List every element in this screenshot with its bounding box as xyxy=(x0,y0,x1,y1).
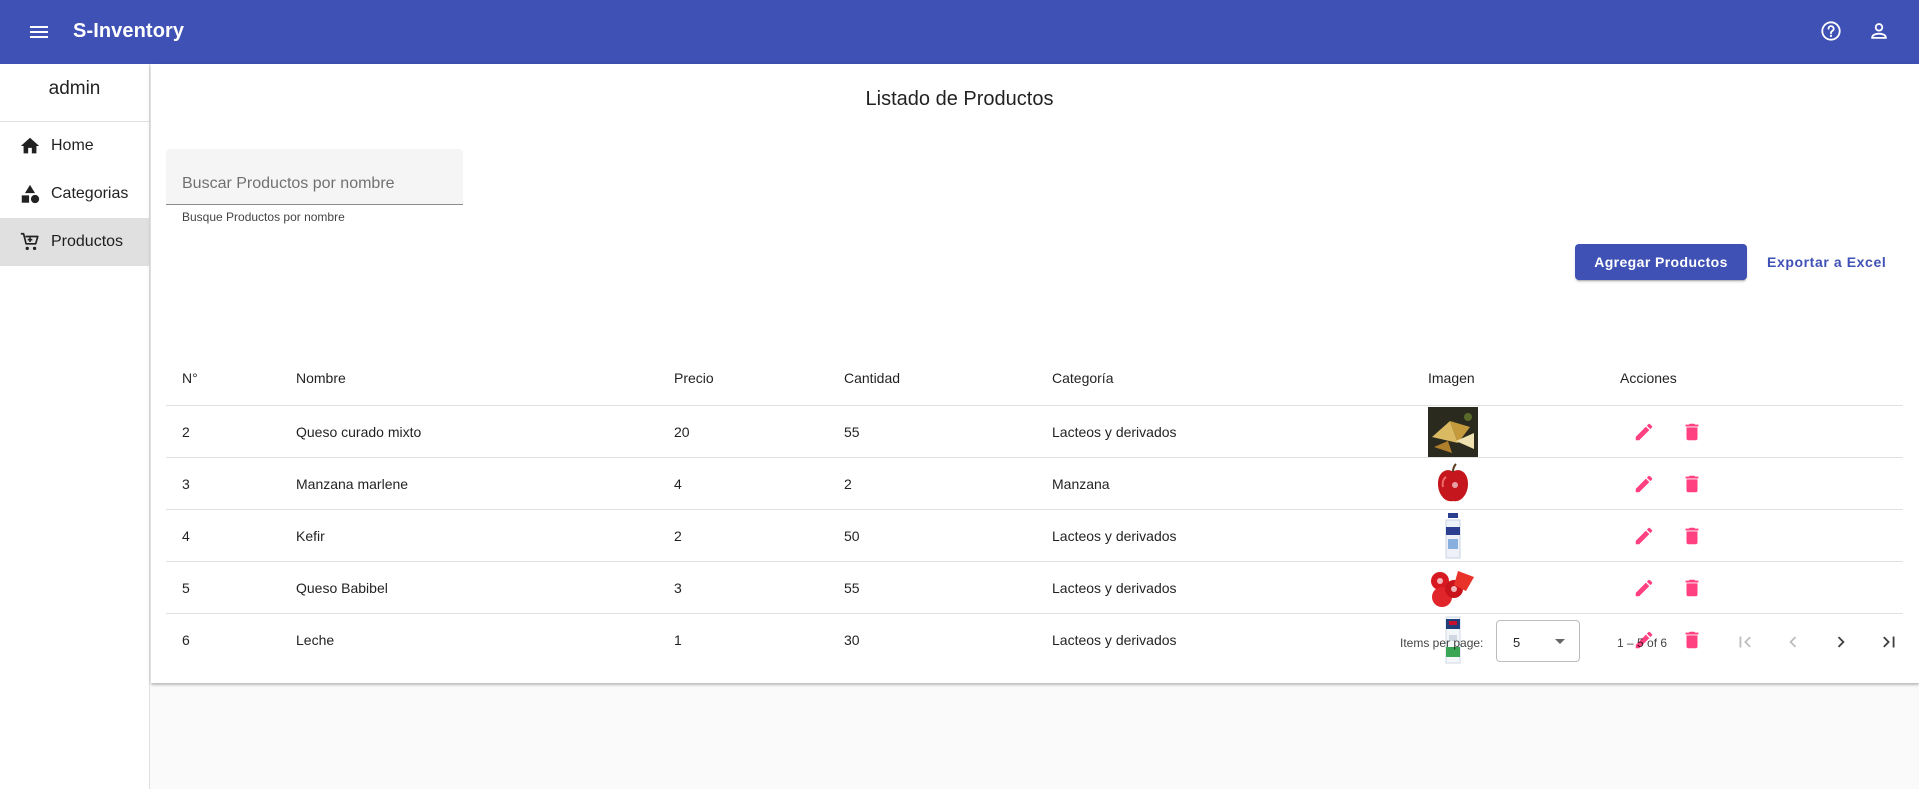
delete-icon[interactable] xyxy=(1668,408,1716,456)
header-actions: Acciones xyxy=(1620,369,1677,386)
edit-icon[interactable] xyxy=(1620,512,1668,560)
account-icon[interactable] xyxy=(1862,14,1896,48)
header-category: Categoría xyxy=(1052,369,1114,386)
items-per-page-label: Items per page: xyxy=(1400,636,1484,650)
sidebar-item-label: Productos xyxy=(51,233,124,250)
header-qty: Cantidad xyxy=(844,369,901,386)
products-card: Listado de Productos Busque Productos po… xyxy=(151,64,1919,683)
cell-price: 4 xyxy=(674,475,682,492)
sidebar: admin Home Categorias Productos xyxy=(0,64,150,789)
page-size-value: 5 xyxy=(1513,635,1521,650)
table-row: 3 Manzana marlene 4 2 Manzana xyxy=(166,458,1903,510)
cell-name: Manzana marlene xyxy=(296,475,409,492)
red-apple-photo xyxy=(1428,458,1478,509)
cell-price: 2 xyxy=(674,527,682,544)
cell-category: Lacteos y derivados xyxy=(1052,423,1177,440)
add-products-button[interactable]: Agregar Productos xyxy=(1575,244,1747,280)
page-range-label: 1 – 5 of 6 xyxy=(1617,636,1668,650)
export-excel-button[interactable]: Exportar a Excel xyxy=(1759,244,1894,280)
table-row: 4 Kefir 2 50 Lacteos y derivados xyxy=(166,510,1903,562)
paginator: Items per page: 5 1 – 5 of 6 xyxy=(151,614,1919,670)
header-price: Precio xyxy=(674,369,714,386)
first-page-icon[interactable] xyxy=(1725,622,1765,662)
help-icon[interactable] xyxy=(1814,14,1848,48)
cell-qty: 50 xyxy=(844,527,860,544)
cell-qty: 55 xyxy=(844,579,860,596)
cell-category: Lacteos y derivados xyxy=(1052,527,1177,544)
search-field xyxy=(166,149,463,205)
search-hint: Busque Productos por nombre xyxy=(182,210,345,224)
previous-page-icon[interactable] xyxy=(1773,622,1813,662)
cell-num: 5 xyxy=(182,579,190,596)
cell-price: 20 xyxy=(674,423,690,440)
kefir-bottle-photo xyxy=(1428,510,1478,561)
delete-icon[interactable] xyxy=(1668,564,1716,612)
cell-price: 3 xyxy=(674,579,682,596)
category-icon xyxy=(18,182,42,206)
header-num: N° xyxy=(182,369,198,386)
header-image: Imagen xyxy=(1428,369,1475,386)
table-row: 5 Queso Babibel 3 55 Lacteos y derivados xyxy=(166,562,1903,614)
top-toolbar: S-Inventory xyxy=(0,0,1919,64)
sidebar-item-label: Categorias xyxy=(51,185,129,202)
cell-name: Queso curado mixto xyxy=(296,423,422,440)
app-title: S-Inventory xyxy=(73,20,185,42)
delete-icon[interactable] xyxy=(1668,512,1716,560)
edit-icon[interactable] xyxy=(1620,460,1668,508)
cell-qty: 2 xyxy=(844,475,852,492)
page-title: Listado de Productos xyxy=(865,88,1054,110)
home-icon xyxy=(18,134,42,158)
sidebar-item-home[interactable]: Home xyxy=(0,122,149,170)
sidebar-item-categorias[interactable]: Categorias xyxy=(0,170,149,218)
babybel-cheese-photo xyxy=(1428,562,1478,613)
header-name: Nombre xyxy=(296,369,346,386)
cell-num: 3 xyxy=(182,475,190,492)
cell-num: 2 xyxy=(182,423,190,440)
sidebar-item-label: Home xyxy=(51,137,94,154)
menu-icon[interactable] xyxy=(24,20,56,44)
dropdown-arrow-icon xyxy=(1555,639,1565,644)
cheese-wedges-photo xyxy=(1428,406,1478,457)
page-size-select[interactable]: 5 xyxy=(1496,620,1580,662)
cart-icon xyxy=(18,230,42,254)
cell-name: Kefir xyxy=(296,527,325,544)
delete-icon[interactable] xyxy=(1668,460,1716,508)
sidebar-item-productos[interactable]: Productos xyxy=(0,218,149,266)
next-page-icon[interactable] xyxy=(1821,622,1861,662)
search-input[interactable] xyxy=(166,149,463,204)
cell-name: Queso Babibel xyxy=(296,579,388,596)
cell-category: Lacteos y derivados xyxy=(1052,579,1177,596)
cell-category: Manzana xyxy=(1052,475,1110,492)
table-header: N° Nombre Precio Cantidad Categoría Imag… xyxy=(166,350,1903,406)
edit-icon[interactable] xyxy=(1620,564,1668,612)
table-row: 2 Queso curado mixto 20 55 Lacteos y der… xyxy=(166,406,1903,458)
edit-icon[interactable] xyxy=(1620,408,1668,456)
user-name: admin xyxy=(0,64,149,122)
last-page-icon[interactable] xyxy=(1869,622,1909,662)
cell-qty: 55 xyxy=(844,423,860,440)
cell-num: 4 xyxy=(182,527,190,544)
